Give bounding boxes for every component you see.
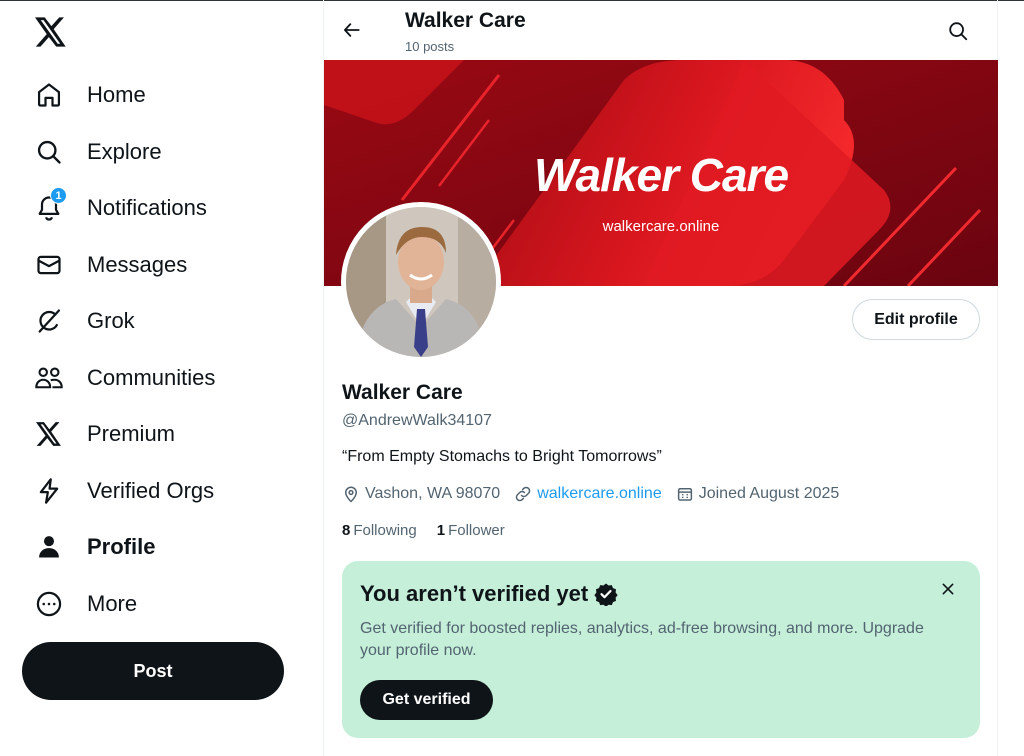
get-verified-button[interactable]: Get verified: [360, 680, 493, 720]
sidebar-item-label: Grok: [87, 308, 135, 333]
sidebar-item-communities[interactable]: Communities: [33, 358, 215, 398]
sidebar-item-label: Home: [87, 82, 146, 107]
website-link[interactable]: walkercare.online: [537, 485, 662, 503]
verified-badge-icon: [594, 583, 618, 606]
website-item[interactable]: walkercare.online: [514, 485, 662, 503]
sidebar-item-label: Notifications: [87, 195, 207, 220]
sidebar-item-label: Verified Orgs: [87, 478, 215, 503]
sidebar-item-more[interactable]: More: [33, 584, 137, 624]
x-logo-icon[interactable]: [33, 14, 69, 50]
sidebar-item-notifications[interactable]: 1 Notifications: [33, 187, 207, 228]
following-count: 8: [342, 522, 351, 539]
joined-item: Joined August 2025: [676, 485, 840, 503]
verification-card: You aren’t verified yet Get verified for…: [342, 561, 980, 738]
grok-icon: [33, 305, 65, 337]
avatar[interactable]: [341, 202, 501, 362]
sidebar-item-label: Profile: [87, 534, 156, 559]
search-icon[interactable]: [946, 19, 970, 43]
banner-title: Walker Care: [533, 149, 789, 201]
profile-meta: Vashon, WA 98070 walkercare.online Joine…: [342, 483, 853, 505]
back-arrow-icon[interactable]: [340, 18, 364, 42]
profile-column: Walker Care 10 posts Walker Care walkerc…: [323, 0, 998, 756]
x-logo-icon: [33, 418, 65, 450]
bell-icon: 1: [33, 187, 67, 224]
sidebar-item-label: Communities: [87, 365, 216, 390]
location-pin-icon: [344, 486, 358, 503]
close-icon[interactable]: [936, 577, 960, 601]
location-text: Vashon, WA 98070: [365, 485, 501, 502]
search-icon: [33, 136, 65, 168]
sidebar-item-grok[interactable]: Grok: [33, 301, 135, 341]
followers-label: Follower: [448, 522, 505, 539]
followers-link[interactable]: 1 Follower: [437, 522, 505, 539]
calendar-icon: [677, 488, 692, 501]
sidebar-item-verified-orgs[interactable]: Verified Orgs: [33, 471, 214, 511]
following-label: Following: [353, 522, 417, 539]
profile-name: Walker Care: [342, 381, 463, 404]
verification-description: Get verified for boosted replies, analyt…: [360, 620, 924, 659]
page-title: Walker Care: [405, 9, 526, 32]
lightning-icon: [33, 475, 65, 507]
joined-text: Joined August 2025: [698, 485, 840, 502]
profile-bio: “From Empty Stomachs to Bright Tomorrows…: [342, 448, 662, 465]
verification-title: You aren’t verified yet: [360, 581, 618, 607]
envelope-icon: [33, 249, 65, 281]
sidebar-item-explore[interactable]: Explore: [33, 132, 162, 172]
person-icon: [33, 531, 65, 563]
post-button[interactable]: Post: [22, 642, 284, 700]
sidebar-item-home[interactable]: Home: [33, 75, 146, 115]
link-icon: [515, 486, 531, 502]
verification-title-text: You aren’t verified yet: [360, 581, 589, 606]
sidebar-item-messages[interactable]: Messages: [33, 245, 187, 285]
sidebar-item-profile[interactable]: Profile: [33, 527, 155, 567]
communities-icon: [33, 362, 65, 394]
sidebar: Home Explore 1 Notifications Messages Gr…: [0, 0, 322, 756]
avatar-portrait: [346, 207, 496, 357]
edit-profile-button[interactable]: Edit profile: [852, 299, 980, 340]
sidebar-item-label: Explore: [87, 139, 162, 164]
follow-stats: 8 Following 1 Follower: [342, 522, 525, 539]
post-count: 10 posts: [405, 39, 455, 54]
followers-count: 1: [436, 522, 446, 539]
sidebar-item-label: Messages: [87, 252, 188, 277]
following-link[interactable]: 8 Following: [342, 522, 417, 539]
sidebar-item-label: More: [87, 591, 138, 616]
sidebar-item-premium[interactable]: Premium: [33, 414, 175, 454]
home-icon: [33, 79, 65, 111]
location-item: Vashon, WA 98070: [342, 485, 500, 503]
sidebar-item-label: Premium: [87, 421, 176, 446]
more-circle-icon: [33, 588, 65, 620]
profile-header-bar: Walker Care 10 posts: [324, 0, 998, 60]
profile-handle: @AndrewWalk34107: [342, 412, 492, 429]
notification-badge: 1: [50, 187, 67, 204]
